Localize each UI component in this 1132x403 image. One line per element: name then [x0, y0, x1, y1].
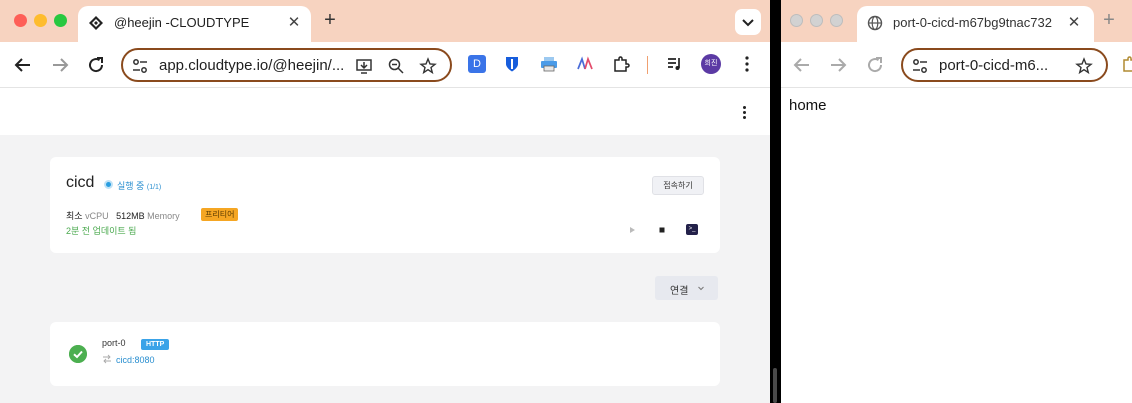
install-app-icon[interactable] [355, 57, 373, 75]
page-header [0, 89, 770, 135]
play-icon[interactable] [626, 224, 638, 236]
extension-d-label: D [473, 58, 481, 70]
more-options-icon[interactable] [740, 106, 748, 120]
minimize-window-button[interactable] [34, 14, 47, 27]
app-status: 실행 중 (1/1) [117, 181, 162, 191]
running-status-icon [104, 180, 113, 189]
cloudtype-page: cicd 실행 중 (1/1) 접속하기 최소 vCPU 512MB Memor… [0, 89, 770, 403]
extension-d-icon[interactable]: D [468, 55, 486, 73]
maximize-window-button[interactable] [54, 14, 67, 27]
terminal-icon[interactable]: >_ [686, 224, 698, 235]
browser-window-right: port-0-cicd-m67bg9tnac732 ✕ + port-0-cic… [781, 0, 1132, 403]
app-spec: 최소 vCPU 512MB Memory [66, 211, 180, 221]
app-card: cicd 실행 중 (1/1) 접속하기 최소 vCPU 512MB Memor… [50, 157, 720, 253]
back-arrow-icon[interactable] [11, 53, 35, 77]
port-target-link[interactable]: cicd:8080 [116, 355, 155, 365]
close-window-button[interactable] [14, 14, 27, 27]
bookmark-star-icon[interactable] [419, 57, 437, 75]
app-name: cicd [66, 174, 95, 191]
address-bar[interactable]: app.cloudtype.io/@heejin/... [121, 48, 452, 82]
media-queue-icon[interactable] [666, 55, 684, 73]
browser-window-left: @heejin -CLOUDTYPE ✕ + app.cloudtype.io/… [0, 0, 770, 403]
link-icon [103, 354, 111, 364]
profile-avatar[interactable]: 희진 [701, 54, 721, 74]
address-bar[interactable]: port-0-cicd-m6... [901, 48, 1108, 82]
close-window-button[interactable] [790, 14, 803, 27]
page-text: home [789, 97, 827, 114]
site-settings-icon[interactable] [131, 57, 149, 75]
tab-cloudtype[interactable]: @heejin -CLOUDTYPE ✕ [78, 6, 311, 42]
protocol-badge: HTTP [141, 339, 170, 350]
scrollbar-thumb[interactable] [773, 368, 777, 403]
extensions-puzzle-icon[interactable] [1121, 55, 1132, 73]
globe-icon [867, 15, 883, 31]
connect-button[interactable]: 접속하기 [652, 176, 704, 195]
stop-icon[interactable] [656, 224, 668, 236]
tab-search-button[interactable] [735, 9, 761, 35]
url-text[interactable]: port-0-cicd-m6... [939, 57, 1069, 74]
forward-arrow-icon[interactable] [826, 53, 850, 77]
chevron-down-icon [698, 286, 704, 291]
tab-title: @heejin -CLOUDTYPE [114, 15, 250, 30]
printer-extension-icon[interactable] [540, 55, 558, 73]
port-card: port-0 HTTP cicd:8080 [50, 322, 720, 386]
window-divider [770, 0, 781, 403]
extensions-puzzle-icon[interactable] [612, 55, 630, 73]
site-settings-icon[interactable] [911, 57, 929, 75]
tab-bar: @heejin -CLOUDTYPE ✕ + [0, 0, 770, 42]
toolbar-separator [647, 56, 648, 74]
bitwarden-shield-icon[interactable] [503, 55, 521, 73]
connection-dropdown-label: 연결 [670, 286, 689, 297]
minimize-window-button[interactable] [810, 14, 823, 27]
url-text[interactable]: app.cloudtype.io/@heejin/... [159, 57, 349, 74]
browser-menu-icon[interactable] [738, 55, 756, 73]
profile-initial: 희진 [704, 60, 718, 67]
translate-extension-icon[interactable] [576, 55, 594, 73]
tier-badge: 프리티어 [201, 208, 239, 221]
chevron-down-icon [742, 19, 754, 27]
connection-dropdown[interactable]: 연결 [655, 276, 718, 300]
tab-close-icon[interactable]: ✕ [284, 13, 304, 33]
check-circle-icon [69, 345, 87, 363]
zoom-out-icon[interactable] [387, 57, 405, 75]
updated-timestamp: 2분 전 업데이트 됨 [66, 226, 137, 236]
tab-title: port-0-cicd-m67bg9tnac732 [893, 15, 1052, 30]
new-tab-button[interactable]: + [1097, 9, 1121, 33]
tab-port-0[interactable]: port-0-cicd-m67bg9tnac732 ✕ [857, 6, 1094, 42]
maximize-window-button[interactable] [830, 14, 843, 27]
reload-icon[interactable] [863, 53, 887, 77]
tab-bar: port-0-cicd-m67bg9tnac732 ✕ + [781, 0, 1132, 42]
tab-close-icon[interactable]: ✕ [1064, 13, 1084, 33]
port-name: port-0 [102, 338, 126, 348]
port-page: home [781, 89, 1132, 403]
cloudtype-logo-icon [89, 16, 103, 30]
new-tab-button[interactable]: + [318, 9, 342, 33]
reload-icon[interactable] [84, 53, 108, 77]
bookmark-star-icon[interactable] [1075, 57, 1093, 75]
forward-arrow-icon[interactable] [48, 53, 72, 77]
back-arrow-icon[interactable] [790, 53, 814, 77]
